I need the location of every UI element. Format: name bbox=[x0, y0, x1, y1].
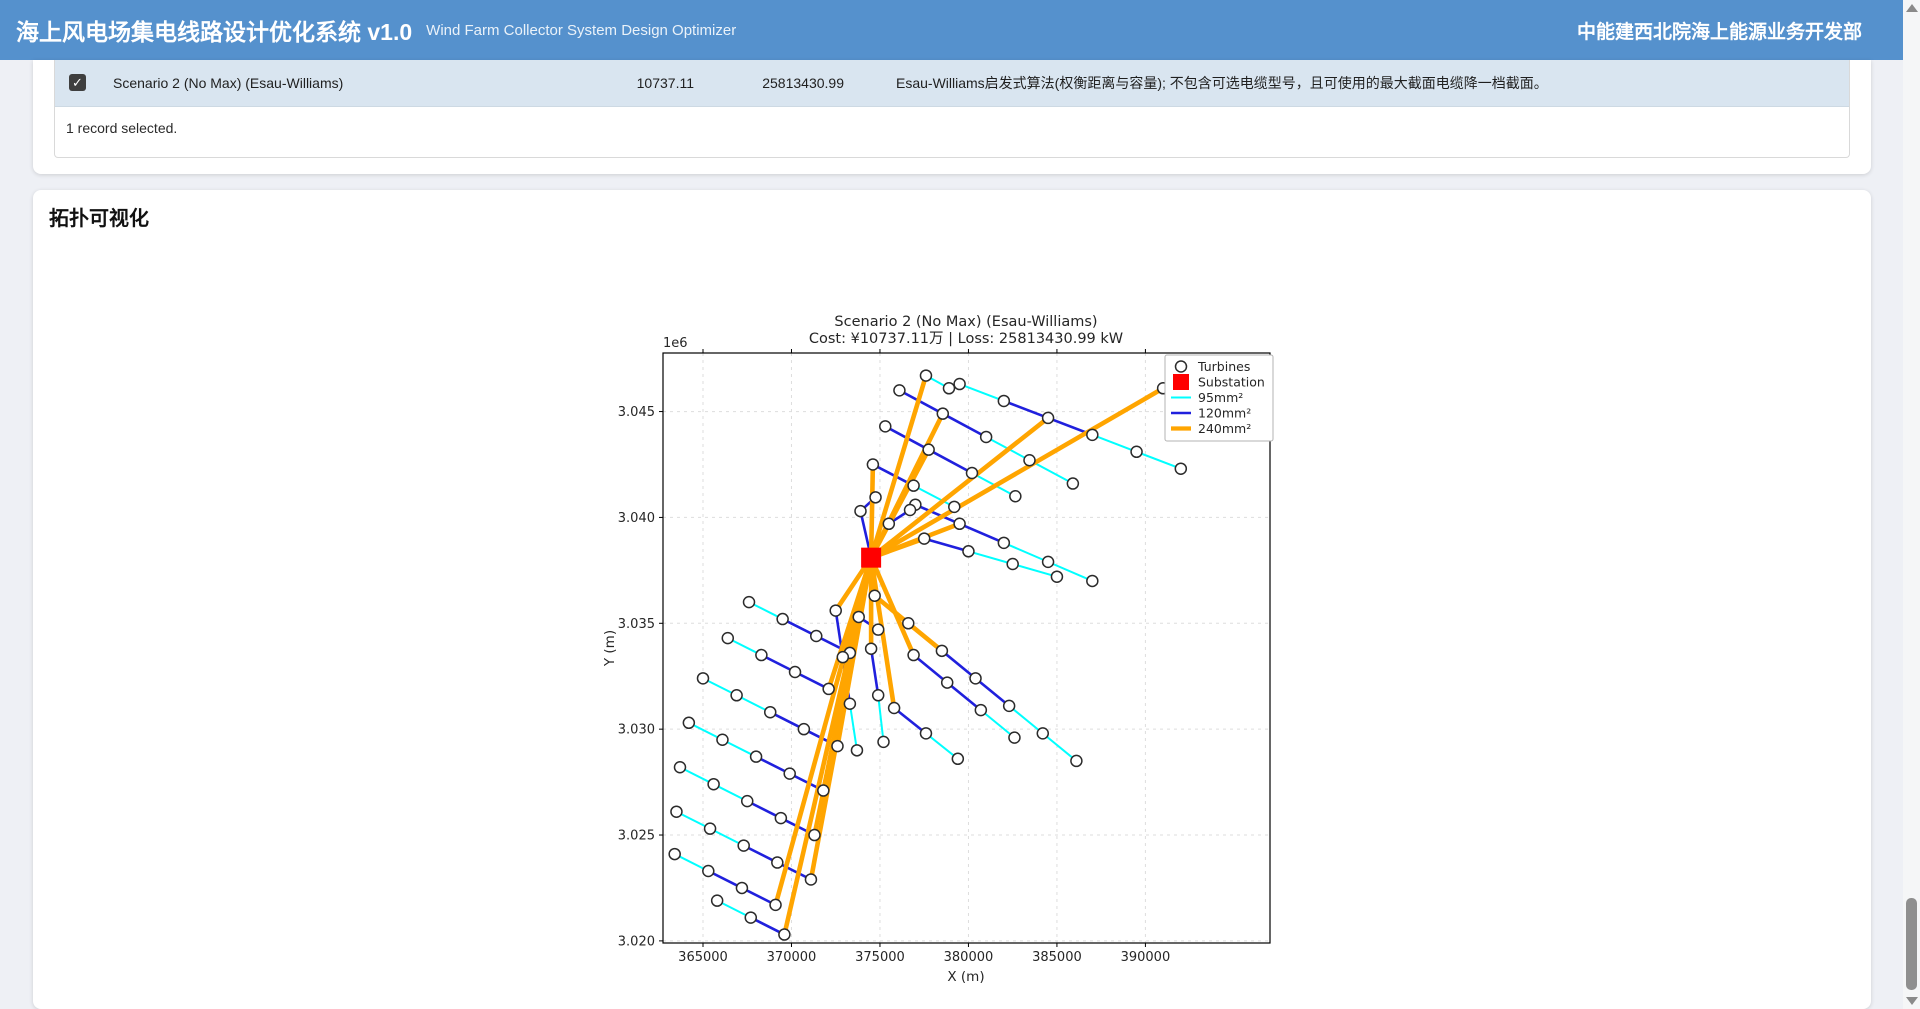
scenario-name-cell: Scenario 2 (No Max) (Esau-Williams) bbox=[113, 60, 343, 106]
app-subtitle: Wind Farm Collector System Design Optimi… bbox=[426, 22, 736, 39]
app-title: 海上风电场集电线路设计优化系统 v1.0 bbox=[16, 13, 412, 47]
topology-card: 拓扑可视化 bbox=[33, 190, 1871, 1009]
selection-status-text: 1 record selected. bbox=[66, 120, 177, 136]
scenario-table: ✓ Scenario 2 (No Max) (Esau-Williams) 10… bbox=[54, 60, 1850, 158]
scrollbar-thumb[interactable] bbox=[1906, 898, 1917, 990]
scenario-description-cell: Esau-Williams启发式算法(权衡距离与容量); 不包含可选电缆型号，且… bbox=[896, 60, 1548, 106]
row-checkbox[interactable]: ✓ bbox=[69, 74, 86, 91]
scenario-loss-cell: 25813430.99 bbox=[644, 60, 844, 106]
scroll-down-icon[interactable] bbox=[1906, 997, 1918, 1005]
app-header: 海上风电场集电线路设计优化系统 v1.0 Wind Farm Collector… bbox=[0, 0, 1920, 60]
table-row[interactable]: ✓ Scenario 2 (No Max) (Esau-Williams) 10… bbox=[55, 60, 1849, 107]
scroll-up-icon[interactable] bbox=[1906, 4, 1918, 12]
scrollbar[interactable] bbox=[1903, 0, 1920, 1009]
app-org: 中能建西北院海上能源业务开发部 bbox=[1577, 17, 1862, 44]
page: 海上风电场集电线路设计优化系统 v1.0 Wind Farm Collector… bbox=[0, 0, 1920, 1009]
section-heading: 拓扑可视化 bbox=[49, 202, 149, 231]
scenario-table-card: ✓ Scenario 2 (No Max) (Esau-Williams) 10… bbox=[33, 60, 1871, 174]
